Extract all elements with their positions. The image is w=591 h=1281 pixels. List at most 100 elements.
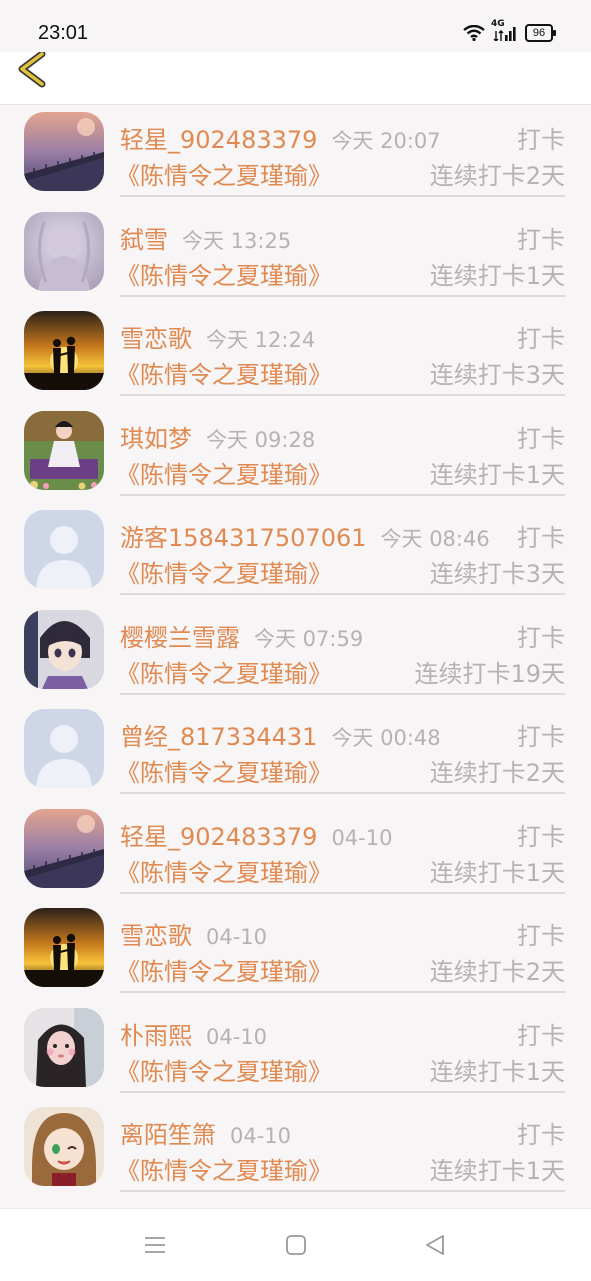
- divider: [120, 1190, 565, 1192]
- streak-count: 连续打卡1天: [429, 1057, 565, 1086]
- checkin-action: 打卡: [517, 723, 565, 751]
- checkin-list: 轻星_902483379 今天 20:07 打卡 《陈情令之夏瑾瑜》 连续打卡2天 弑雪今…: [0, 108, 591, 1203]
- streak-count: 连续打卡3天: [429, 560, 565, 588]
- divider: [120, 1090, 565, 1093]
- avatar[interactable]: [24, 709, 104, 788]
- list-item[interactable]: 曾经_817334431 今天 00:48 打卡《陈情令之夏瑾瑜》 连续打卡2天: [0, 705, 591, 805]
- checkin-time: 今天 08:46: [380, 527, 490, 551]
- list-item[interactable]: 离陌笙箫 04-10 打卡 《陈情令之夏瑾瑜》 连续打卡1天: [0, 1103, 591, 1203]
- list-item[interactable]: 轻星_902483379 04-10 打卡 《陈情令之夏瑾瑜》 连续打卡1天: [0, 805, 591, 905]
- checkin-action: 打卡: [517, 325, 565, 353]
- user-name-text: 弑雪: [120, 225, 168, 254]
- user-name-text: 朴雨熙: [120, 1021, 192, 1050]
- list-item[interactable]: 弑雪 今天 13:25 打卡 《陈情令之夏瑾瑜》 连续打卡1天: [0, 208, 591, 308]
- wifi-icon: [463, 25, 485, 41]
- book-title[interactable]: 《陈情令之夏瑾瑜》: [116, 156, 332, 191]
- divider: [120, 692, 565, 695]
- checkin-action: 打卡: [517, 126, 565, 154]
- book-title[interactable]: 《陈情令之夏瑾瑜》: [116, 952, 332, 987]
- avatar[interactable]: [24, 311, 104, 390]
- user-name: 雪恋歌 今天 12:24: [120, 319, 315, 354]
- streak-count: 连续打卡1天: [429, 1157, 565, 1185]
- avatar[interactable]: [24, 410, 104, 490]
- battery-icon: 96: [525, 24, 556, 42]
- book-title[interactable]: 《陈情令之夏瑾瑜》: [116, 455, 332, 490]
- divider: [120, 991, 565, 993]
- divider: [120, 593, 565, 595]
- user-name-text: 琪如梦: [120, 424, 192, 453]
- checkin-time: 04-10: [230, 1124, 292, 1148]
- user-name: 游客1584317507061 今天 08:46: [120, 518, 490, 553]
- list-item[interactable]: 朴雨熙 04-10 打卡《陈情令之夏瑾瑜》 连续打卡1天: [0, 1004, 591, 1104]
- user-name-text: 曾经_817334431: [120, 723, 318, 751]
- list-item[interactable]: 轻星_902483379 今天 20:07 打卡 《陈情令之夏瑾瑜》 连续打卡2天: [0, 108, 591, 208]
- checkin-action: 打卡: [517, 524, 565, 552]
- streak-count: 连续打卡2天: [429, 958, 565, 986]
- divider: [120, 891, 565, 894]
- book-title[interactable]: 《陈情令之夏瑾瑜》: [116, 853, 332, 888]
- user-name: 雪恋歌 04-10: [120, 916, 267, 951]
- menu-button[interactable]: [143, 1233, 167, 1257]
- status-time: 23:01: [38, 22, 89, 44]
- book-title[interactable]: 《陈情令之夏瑾瑜》: [116, 654, 332, 689]
- back-button[interactable]: [14, 50, 54, 92]
- user-name-text: 雪恋歌: [120, 325, 192, 353]
- user-name: 曾经_817334431 今天 00:48: [120, 717, 441, 752]
- menu-icon: [145, 1237, 165, 1253]
- system-nav-bar: [0, 1208, 591, 1281]
- list-item[interactable]: 琪如梦 今天 09:28 打卡《陈情令之夏瑾瑜》 连续打卡1天: [0, 407, 591, 507]
- checkin-action: 打卡: [517, 225, 565, 254]
- status-icons: 4G 96: [463, 19, 556, 42]
- book-title[interactable]: 《陈情令之夏瑾瑜》: [116, 355, 332, 390]
- checkin-action: 打卡: [517, 1121, 565, 1149]
- list-item[interactable]: 樱樱兰雪露 今天 07:59 打卡《陈情令之夏瑾瑜》 连续打卡19天: [0, 606, 591, 706]
- checkin-time: 04-10: [206, 1024, 268, 1049]
- checkin-action: 打卡: [517, 424, 565, 453]
- avatar[interactable]: [24, 908, 104, 987]
- avatar[interactable]: [24, 1007, 104, 1087]
- divider: [120, 294, 565, 297]
- home-square-icon: [286, 1235, 306, 1255]
- divider: [120, 195, 565, 197]
- user-name: 轻星_902483379 04-10: [120, 817, 392, 852]
- divider: [120, 792, 565, 794]
- status-bar: 23:01 4G 96: [0, 0, 591, 52]
- list-item[interactable]: 游客1584317507061 今天 08:46 打卡《陈情令之夏瑾瑜》 连续打卡3天: [0, 506, 591, 606]
- user-name-text: 游客1584317507061: [120, 524, 367, 552]
- avatar[interactable]: [24, 1107, 104, 1186]
- checkin-time: 04-10: [206, 925, 268, 949]
- avatar[interactable]: [24, 609, 104, 689]
- user-name-text: 雪恋歌: [120, 922, 192, 950]
- list-item[interactable]: 雪恋歌 04-10 打卡 《陈情令之夏瑾瑜》 连续打卡2天: [0, 904, 591, 1004]
- streak-count: 连续打卡19天: [414, 659, 565, 688]
- checkin-action: 打卡: [517, 623, 565, 652]
- user-name: 琪如梦 今天 09:28: [120, 419, 315, 454]
- system-back-button[interactable]: [423, 1233, 447, 1257]
- checkin-action: 打卡: [517, 822, 565, 851]
- streak-count: 连续打卡3天: [429, 361, 565, 389]
- checkin-time: 今天 13:25: [182, 228, 292, 253]
- streak-count: 连续打卡2天: [429, 759, 565, 787]
- user-name: 弑雪 今天 13:25: [120, 220, 291, 255]
- avatar[interactable]: [24, 510, 104, 589]
- user-name: 朴雨熙 04-10: [120, 1016, 267, 1051]
- book-title[interactable]: 《陈情令之夏瑾瑜》: [116, 256, 332, 291]
- home-button[interactable]: [284, 1233, 308, 1257]
- network-type: 4G: [491, 19, 505, 29]
- book-title[interactable]: 《陈情令之夏瑾瑜》: [116, 1151, 332, 1186]
- avatar[interactable]: [24, 808, 104, 888]
- avatar[interactable]: [24, 112, 104, 191]
- user-name: 樱樱兰雪露 今天 07:59: [120, 618, 363, 653]
- chevron-left-icon: [18, 50, 46, 88]
- checkin-action: 打卡: [517, 1021, 565, 1050]
- checkin-time: 今天 07:59: [254, 626, 364, 651]
- book-title[interactable]: 《陈情令之夏瑾瑜》: [116, 753, 332, 788]
- checkin-time: 04-10: [331, 825, 393, 850]
- list-item[interactable]: 雪恋歌 今天 12:24 打卡《陈情令之夏瑾瑜》 连续打卡3天: [0, 307, 591, 407]
- top-bar: [0, 50, 591, 105]
- book-title[interactable]: 《陈情令之夏瑾瑜》: [116, 1052, 332, 1087]
- streak-count: 连续打卡1天: [429, 460, 565, 489]
- avatar[interactable]: [24, 211, 104, 291]
- streak-count: 连续打卡2天: [429, 162, 565, 190]
- book-title[interactable]: 《陈情令之夏瑾瑜》: [116, 554, 332, 589]
